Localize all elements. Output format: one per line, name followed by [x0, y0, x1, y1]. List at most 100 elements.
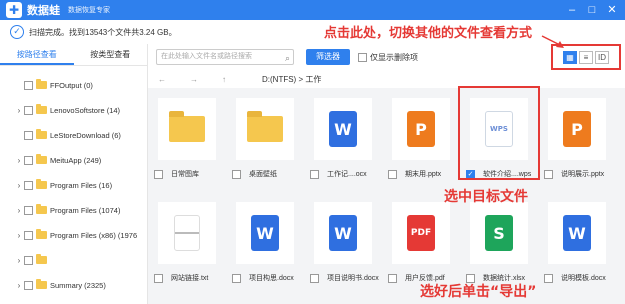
- file-thumbnail[interactable]: [158, 202, 216, 264]
- chevron-right-icon[interactable]: ›: [14, 281, 24, 290]
- file-caption: 期末用.pptx: [388, 168, 456, 180]
- sidebar-item[interactable]: LeStoreDownload (6): [14, 128, 121, 142]
- list-view-icon[interactable]: ≡: [579, 50, 593, 64]
- minimize-icon[interactable]: –: [565, 3, 579, 17]
- file-item[interactable]: 网站链接.txt: [148, 194, 218, 294]
- tab-by-type[interactable]: 按类型查看: [74, 44, 148, 65]
- file-thumbnail[interactable]: W: [314, 98, 372, 160]
- sidebar-item[interactable]: › Program Files (x86) (1976: [14, 228, 137, 242]
- annotation-arrow-top: [541, 35, 564, 48]
- folder-icon: [36, 79, 47, 89]
- file-thumbnail[interactable]: W: [314, 202, 372, 264]
- file-caption: 说明展示.pptx: [544, 168, 612, 180]
- sidebar-item[interactable]: › Summary (2325): [14, 278, 106, 292]
- up-arrow-icon[interactable]: ↑: [222, 75, 226, 84]
- chevron-right-icon[interactable]: ›: [14, 256, 24, 265]
- chevron-right-icon[interactable]: ›: [14, 156, 24, 165]
- window-controls: – □ ✕: [565, 3, 619, 17]
- sidebar-item[interactable]: › LenovoSoftstore (14): [14, 103, 120, 117]
- file-checkbox[interactable]: [232, 273, 241, 283]
- back-arrow-icon[interactable]: ←: [158, 75, 166, 84]
- sidebar: 按路径查看 按类型查看 FFOutput (0) › LenovoSoftstore…: [0, 44, 148, 304]
- file-item[interactable]: W 工作记....ocx: [304, 90, 374, 190]
- detail-view-icon[interactable]: ID: [595, 50, 609, 64]
- search-placeholder: 在此处输入文件名或路径搜索: [161, 53, 252, 60]
- sidebar-item-checkbox[interactable]: [24, 105, 33, 115]
- file-thumbnail[interactable]: PDF: [392, 202, 450, 264]
- spreadsheet-icon: S: [485, 215, 513, 251]
- sidebar-item-label: Program Files (1074): [50, 205, 121, 215]
- sidebar-item[interactable]: › Program Files (1074): [14, 203, 120, 217]
- selected-file-highlight: [458, 86, 540, 180]
- sidebar-item-checkbox[interactable]: [24, 155, 33, 165]
- sidebar-item-label: LenovoSoftstore (14): [50, 105, 121, 115]
- sidebar-item[interactable]: › MeituApp (249): [14, 153, 101, 167]
- text-file-icon: [174, 215, 200, 251]
- sidebar-item-label: Summary (2325): [50, 280, 106, 290]
- file-item[interactable]: S 数据统计.xlsx: [460, 194, 530, 294]
- chevron-right-icon[interactable]: ›: [14, 206, 24, 215]
- deleted-only-option[interactable]: 仅显示删除项: [358, 52, 418, 63]
- file-name: 桌面壁纸: [249, 171, 277, 178]
- file-item[interactable]: W 项目构思.docx: [226, 194, 296, 294]
- search-input[interactable]: 在此处输入文件名或路径搜索 ⌕: [156, 49, 294, 65]
- sidebar-item-checkbox[interactable]: [24, 180, 33, 190]
- sidebar-item-checkbox[interactable]: [24, 230, 33, 240]
- file-thumbnail[interactable]: P: [548, 98, 606, 160]
- file-checkbox[interactable]: [154, 169, 163, 179]
- file-checkbox[interactable]: [388, 273, 397, 283]
- sidebar-item-checkbox[interactable]: [24, 80, 33, 90]
- file-thumbnail[interactable]: P: [392, 98, 450, 160]
- chevron-right-icon[interactable]: ›: [14, 231, 24, 240]
- sidebar-item-checkbox[interactable]: [24, 130, 33, 140]
- file-checkbox[interactable]: [544, 273, 553, 283]
- file-item[interactable]: P 说明展示.pptx: [538, 90, 608, 190]
- maximize-icon[interactable]: □: [585, 3, 599, 17]
- sidebar-item[interactable]: ›: [14, 253, 50, 267]
- file-name: 工作记....ocx: [327, 171, 367, 178]
- file-name: 说明展示.pptx: [561, 171, 605, 178]
- file-checkbox[interactable]: [310, 169, 319, 179]
- sidebar-item[interactable]: › Program Files (16): [14, 178, 112, 192]
- file-name: 期末用.pptx: [405, 171, 442, 178]
- file-thumbnail[interactable]: [236, 98, 294, 160]
- sidebar-item-label: Program Files (x86) (1976: [50, 230, 138, 240]
- folder-icon: [247, 111, 283, 142]
- file-item[interactable]: W 说明模板.docx: [538, 194, 608, 294]
- file-thumbnail[interactable]: W: [236, 202, 294, 264]
- tab-by-path[interactable]: 按路径查看: [0, 44, 74, 65]
- folder-icon: [36, 204, 47, 214]
- folder-icon: [36, 229, 47, 239]
- filter-button[interactable]: 筛选器: [306, 49, 350, 65]
- file-item[interactable]: P 期末用.pptx: [382, 90, 452, 190]
- word-doc-icon: W: [329, 111, 357, 147]
- file-thumbnail[interactable]: S: [470, 202, 528, 264]
- file-checkbox[interactable]: [310, 273, 319, 283]
- file-item[interactable]: 桌面壁纸: [226, 90, 296, 190]
- file-checkbox[interactable]: [388, 169, 397, 179]
- title-bar: ✚ 数据蛙 数据恢复专家 – □ ✕: [0, 0, 625, 20]
- file-thumbnail[interactable]: [158, 98, 216, 160]
- chevron-right-icon[interactable]: ›: [14, 106, 24, 115]
- chevron-right-icon[interactable]: ›: [14, 181, 24, 190]
- sidebar-item-checkbox[interactable]: [24, 255, 33, 265]
- deleted-only-checkbox[interactable]: [358, 52, 367, 62]
- grid-view-icon[interactable]: ▦: [563, 50, 577, 64]
- sidebar-item-checkbox[interactable]: [24, 205, 33, 215]
- ppt-doc-icon: P: [407, 111, 435, 147]
- sidebar-item-checkbox[interactable]: [24, 280, 33, 290]
- file-checkbox[interactable]: [154, 273, 163, 283]
- annotation-switch-view: 点击此处，切换其他的文件查看方式: [324, 26, 533, 41]
- file-checkbox[interactable]: [544, 169, 553, 179]
- close-icon[interactable]: ✕: [605, 3, 619, 17]
- file-item[interactable]: PDF 用户反馈.pdf: [382, 194, 452, 294]
- file-item[interactable]: 日常图库: [148, 90, 218, 190]
- folder-icon: [36, 254, 47, 264]
- file-caption: 网站链接.txt: [154, 272, 222, 284]
- sidebar-item[interactable]: FFOutput (0): [14, 78, 93, 92]
- file-checkbox[interactable]: [232, 169, 241, 179]
- search-icon[interactable]: ⌕: [285, 51, 290, 65]
- forward-arrow-icon[interactable]: →: [190, 75, 198, 84]
- file-item[interactable]: W 项目说明书.docx: [304, 194, 379, 294]
- file-thumbnail[interactable]: W: [548, 202, 606, 264]
